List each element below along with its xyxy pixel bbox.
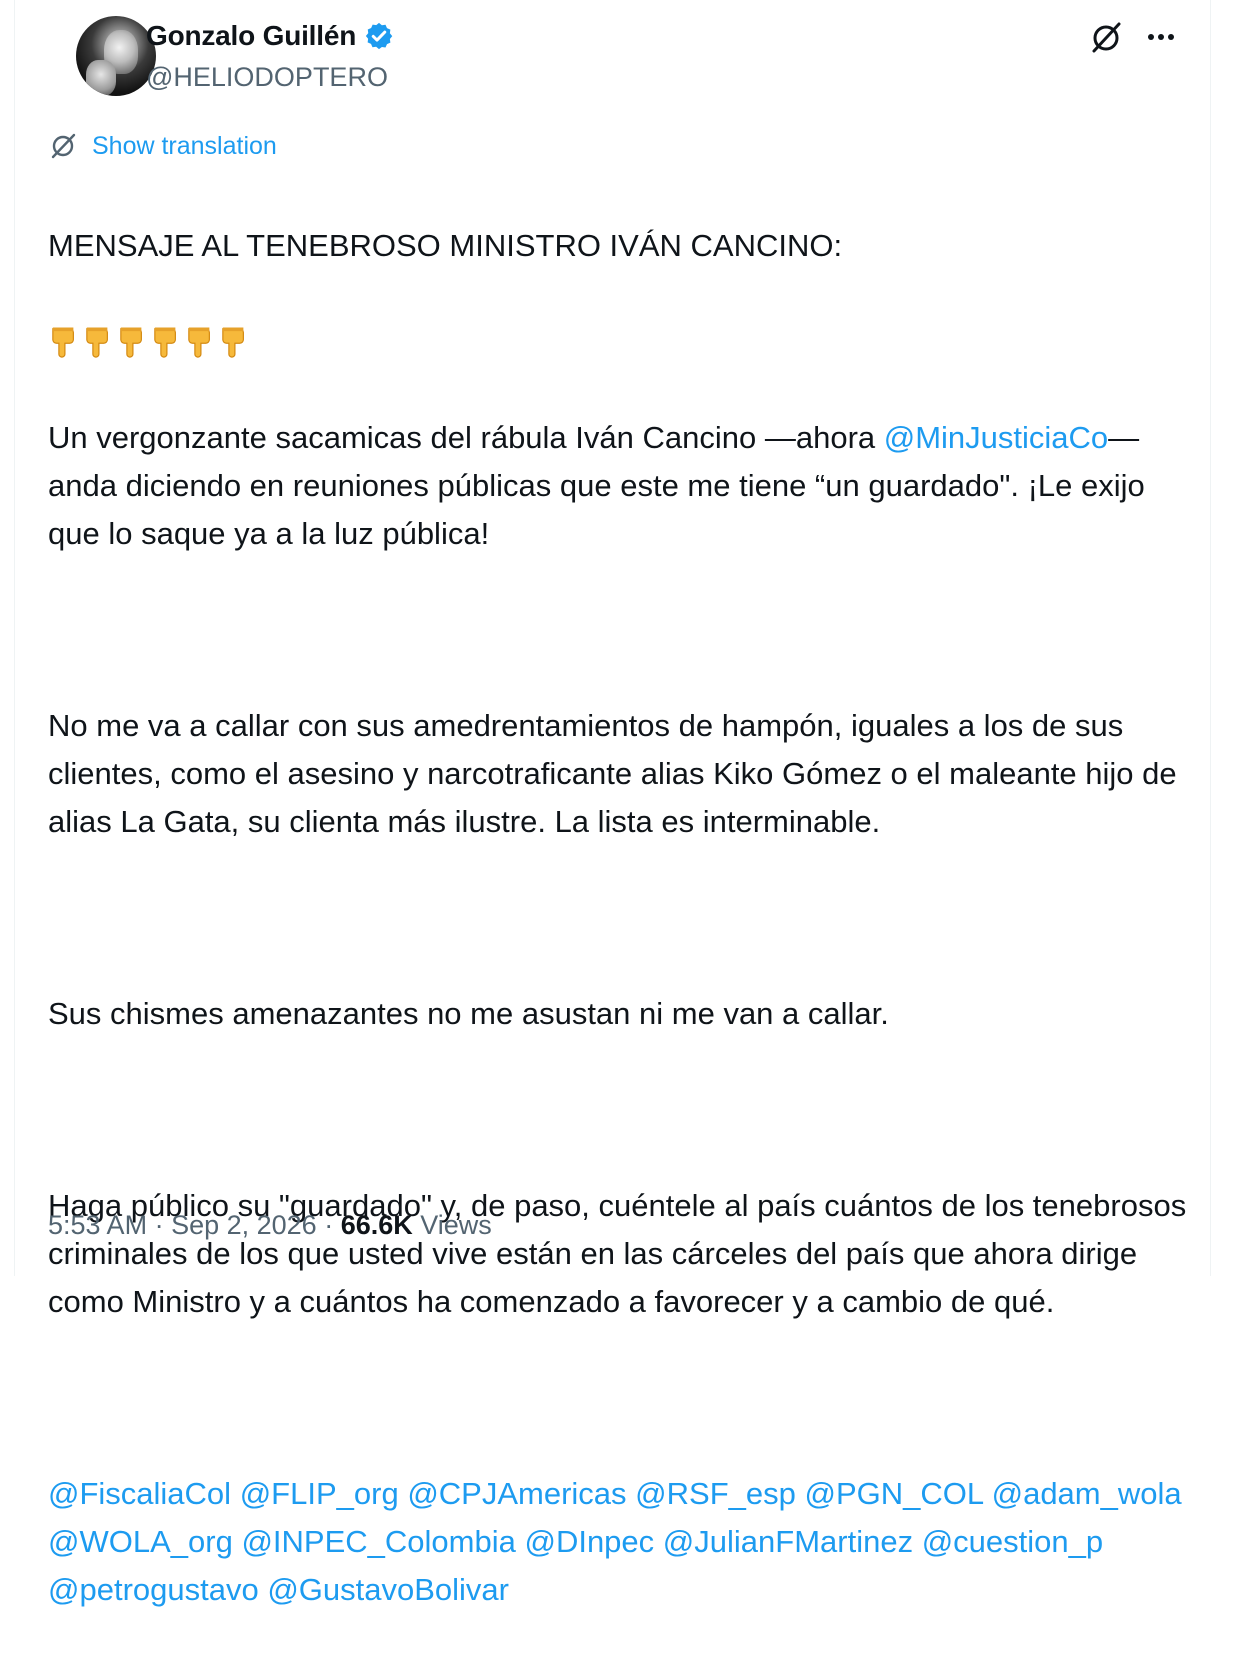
tweet-text: MENSAJE AL TENEBROSO MINISTRO IVÁN CANCI… bbox=[48, 174, 1188, 1662]
mention-link[interactable]: @RSF_esp bbox=[635, 1476, 796, 1511]
tweet-paragraph-1: Un vergonzante sacamicas del rábula Iván… bbox=[48, 414, 1188, 558]
more-icon[interactable] bbox=[1144, 24, 1178, 50]
mentions-list: @FiscaliaCol @FLIP_org @CPJAmericas @RSF… bbox=[48, 1470, 1188, 1614]
mention-link[interactable]: @FiscaliaCol bbox=[48, 1476, 231, 1511]
tweet-line-1: MENSAJE AL TENEBROSO MINISTRO IVÁN CANCI… bbox=[48, 228, 843, 263]
tweet-meta: 5:53 AM · Sep 2, 2026 · 66.6K Views bbox=[48, 1210, 492, 1241]
verified-badge-icon bbox=[366, 22, 393, 50]
meta-separator: · bbox=[316, 1210, 341, 1240]
tweet-date[interactable]: Sep 2, 2026 bbox=[171, 1210, 317, 1241]
mention-link[interactable]: @cuestion_p bbox=[922, 1524, 1103, 1559]
mention-link[interactable]: @JulianFMartinez bbox=[663, 1524, 913, 1559]
mention-link[interactable]: @adam_wola bbox=[992, 1476, 1182, 1511]
tweet-paragraph-3: Sus chismes amenazantes no me asustan ni… bbox=[48, 996, 889, 1031]
pointing-down-hand-icon bbox=[120, 327, 142, 358]
tweet-paragraph-4: Haga público su "guardado" y, de paso, c… bbox=[48, 1188, 1187, 1319]
avatar-hand bbox=[86, 60, 116, 96]
avatar[interactable] bbox=[76, 16, 156, 96]
mention-link[interactable]: @CPJAmericas bbox=[407, 1476, 626, 1511]
views-label: Views bbox=[412, 1210, 492, 1240]
tweet-paragraph-1-start: Un vergonzante sacamicas del rábula Iván… bbox=[48, 420, 884, 455]
tweet-time[interactable]: 5:53 AM bbox=[48, 1210, 147, 1241]
pointing-down-hand-icon bbox=[52, 327, 74, 358]
mention-link[interactable]: @MinJusticiaCo bbox=[884, 420, 1108, 455]
pointing-down-hand-icon bbox=[154, 327, 176, 358]
pointing-down-hand-icon bbox=[86, 327, 108, 358]
author-name-row: Gonzalo Guillén bbox=[146, 20, 394, 52]
pointing-down-hand-icon bbox=[188, 327, 210, 358]
mention-link[interactable]: @INPEC_Colombia bbox=[241, 1524, 515, 1559]
mention-link[interactable]: @GustavoBolivar bbox=[267, 1572, 509, 1607]
mention-link[interactable]: @FLIP_org bbox=[240, 1476, 399, 1511]
grok-icon[interactable] bbox=[1088, 20, 1124, 56]
mention-link[interactable]: @WOLA_org bbox=[48, 1524, 233, 1559]
emoji-row bbox=[48, 318, 1188, 366]
show-translation-link[interactable]: Show translation bbox=[92, 132, 277, 161]
mention-link[interactable]: @petrogustavo bbox=[48, 1572, 259, 1607]
show-translation-row[interactable]: Show translation bbox=[48, 131, 277, 161]
tweet-paragraph-2: No me va a callar con sus amedrentamient… bbox=[48, 708, 1177, 839]
author-handle[interactable]: @HELIODOPTERO bbox=[146, 62, 388, 93]
mention-link[interactable]: @PGN_COL bbox=[805, 1476, 983, 1511]
grok-translate-icon bbox=[51, 133, 76, 159]
meta-separator: · bbox=[147, 1210, 172, 1240]
views-count: 66.6K bbox=[340, 1210, 413, 1240]
mention-link[interactable]: @DInpec bbox=[524, 1524, 654, 1559]
author-display-name[interactable]: Gonzalo Guillén bbox=[146, 20, 356, 52]
pointing-down-hand-icon bbox=[222, 327, 244, 358]
